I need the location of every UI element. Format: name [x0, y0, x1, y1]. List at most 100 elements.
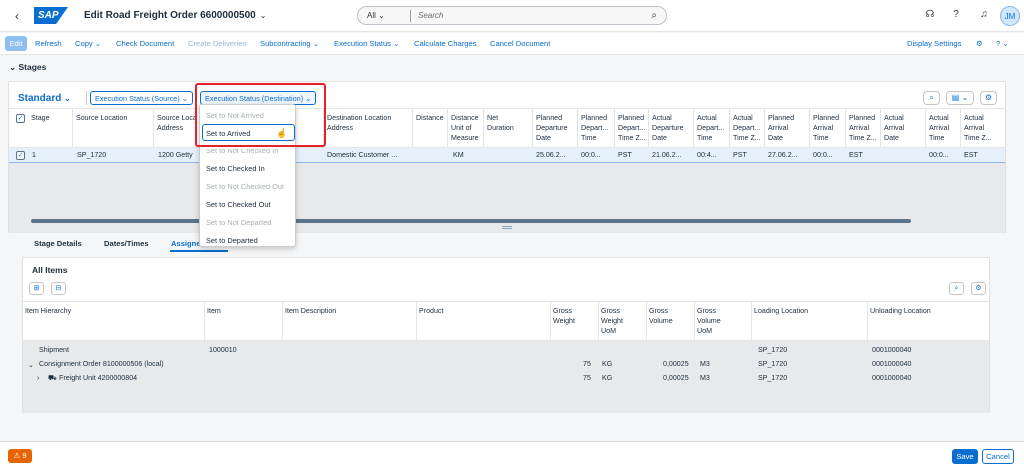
column-header[interactable]: Actual Depart... Time — [697, 113, 724, 143]
column-divider[interactable] — [412, 109, 413, 147]
menu-item-set-not-checked-in[interactable]: Set to Not Checked In — [206, 149, 278, 155]
column-header[interactable]: Actual Arrival Date — [884, 113, 904, 143]
chevron-right-icon[interactable]: › — [37, 374, 39, 382]
column-header[interactable]: Distance Unit of Measure — [451, 113, 479, 143]
settings-icon[interactable]: ⚙ — [980, 91, 997, 105]
edit-button[interactable]: Edit — [5, 36, 27, 51]
bell-icon[interactable]: ♫ — [978, 9, 990, 21]
column-header[interactable]: Planned Arrival Date — [768, 113, 794, 143]
help-menu-icon[interactable]: ? ⌄ — [996, 39, 1009, 48]
refresh-button[interactable]: Refresh — [35, 39, 62, 48]
back-icon[interactable]: ‹ — [10, 9, 24, 23]
column-divider[interactable] — [282, 302, 283, 340]
check-document-button[interactable]: Check Document — [116, 39, 174, 48]
column-header[interactable]: Product — [419, 306, 443, 316]
column-header[interactable]: Source Location — [76, 113, 127, 123]
chevron-down-icon[interactable]: ⌄ — [28, 360, 34, 369]
menu-item-set-not-departed[interactable]: Set to Not Departed — [206, 218, 271, 227]
column-divider[interactable] — [960, 109, 961, 147]
column-header[interactable]: Item Description — [285, 306, 336, 316]
chevron-down-icon[interactable]: ⌄ — [260, 11, 267, 20]
column-divider[interactable] — [925, 109, 926, 147]
cancel-document-button[interactable]: Cancel Document — [490, 39, 550, 48]
column-divider[interactable] — [72, 109, 73, 147]
column-divider[interactable] — [447, 109, 448, 147]
search-input[interactable]: Search — [418, 11, 443, 20]
column-header[interactable]: Gross Weight UoM — [601, 306, 623, 336]
column-divider[interactable] — [153, 109, 154, 147]
create-deliveries-button[interactable]: Create Deliveries — [188, 39, 246, 48]
search-field[interactable]: All ⌄ Search ⌕ — [357, 6, 667, 25]
column-divider[interactable] — [809, 109, 810, 147]
column-header[interactable]: Source Loca Address — [157, 113, 197, 133]
collapse-all-icon[interactable]: ⊟ — [51, 282, 66, 295]
column-header[interactable]: Planned Arrival Time — [813, 113, 839, 143]
table-row[interactable]: ✓ 1 SP_1720 1200 Getty Domestic Customer… — [9, 148, 1005, 163]
search-icon[interactable]: ⌕ — [651, 10, 657, 21]
search-scope-select[interactable]: All ⌄ — [367, 11, 385, 20]
settings-icon[interactable]: ⚙ — [971, 282, 986, 295]
settings-icon[interactable]: ⚙ — [976, 39, 983, 48]
column-divider[interactable] — [751, 302, 752, 340]
menu-item-set-not-checked-out[interactable]: Set to Not Checked Out — [206, 182, 284, 191]
column-divider[interactable] — [693, 109, 694, 147]
column-divider[interactable] — [598, 302, 599, 340]
column-divider[interactable] — [764, 109, 765, 147]
execution-status-source-button[interactable]: Execution Status (Source) ⌄ — [90, 91, 193, 105]
column-header[interactable]: Loading Location — [754, 306, 808, 316]
column-divider[interactable] — [694, 302, 695, 340]
column-header[interactable]: Actual Arrival Time Z... — [964, 113, 992, 143]
search-icon[interactable]: ⌕ — [949, 282, 964, 295]
column-header[interactable]: Gross Volume UoM — [697, 306, 721, 336]
column-header[interactable]: Planned Arrival Time Z... — [849, 113, 877, 143]
calculate-charges-button[interactable]: Calculate Charges — [414, 39, 476, 48]
column-header[interactable]: Planned Depart... Time — [581, 113, 608, 143]
menu-item-set-checked-out[interactable]: Set to Checked Out — [206, 200, 271, 209]
column-header[interactable]: Planned Departure Date — [536, 113, 568, 143]
app-title[interactable]: Edit Road Freight Order 6600000500 ⌄ — [84, 10, 266, 21]
column-header[interactable]: Planned Depart... Time Z... — [618, 113, 646, 143]
column-divider[interactable] — [845, 109, 846, 147]
search-icon[interactable]: ⌕ — [923, 91, 940, 105]
table-row[interactable]: › ⛟ Freight Unit 4200000804 75 KG 0,0002… — [23, 371, 989, 385]
column-divider[interactable] — [614, 109, 615, 147]
column-divider[interactable] — [867, 302, 868, 340]
column-header[interactable]: Distance — [416, 113, 444, 123]
column-header[interactable]: Item — [207, 306, 221, 316]
column-header[interactable]: Unloading Location — [870, 306, 931, 316]
column-header[interactable]: Destination Location Address — [327, 113, 391, 133]
copy-menu-button[interactable]: Copy ⌄ — [75, 39, 101, 48]
headset-icon[interactable]: ☊ — [924, 9, 936, 21]
menu-item-set-checked-in[interactable]: Set to Checked In — [206, 164, 265, 173]
variant-selector[interactable]: Standard ⌄ — [18, 93, 71, 104]
column-header[interactable]: Stage — [31, 113, 50, 123]
tab-stage-details[interactable]: Stage Details — [34, 239, 82, 248]
avatar[interactable]: JM — [1000, 6, 1020, 26]
column-header[interactable]: Gross Weight — [553, 306, 575, 326]
column-divider[interactable] — [646, 302, 647, 340]
export-icon[interactable]: ▤ ⌄ — [946, 91, 974, 105]
save-button[interactable]: Save — [952, 449, 978, 464]
column-divider[interactable] — [550, 302, 551, 340]
expand-all-icon[interactable]: ⊞ — [29, 282, 44, 295]
stages-section-header[interactable]: ⌄ Stages — [0, 56, 1024, 78]
column-divider[interactable] — [880, 109, 881, 147]
execution-status-menu-button[interactable]: Execution Status ⌄ — [334, 39, 399, 48]
table-row[interactable]: Shipment 1000010 SP_1720 0001000040 — [23, 343, 989, 357]
tab-assignments[interactable]: Assigne — [171, 239, 201, 248]
column-divider[interactable] — [729, 109, 730, 147]
message-popover-button[interactable]: ⚠ 9 — [8, 449, 32, 463]
column-divider[interactable] — [416, 302, 417, 340]
resize-handle[interactable] — [502, 226, 512, 229]
table-row[interactable]: ⌄ Consignment Order 8100000506 (local) 7… — [23, 357, 989, 371]
column-header[interactable]: Actual Arrival Time — [929, 113, 949, 143]
menu-item-set-departed[interactable]: Set to Departed — [206, 236, 258, 245]
column-header[interactable]: Gross Volume — [649, 306, 673, 326]
horizontal-scrollbar[interactable] — [31, 219, 911, 223]
display-settings-button[interactable]: Display Settings — [907, 39, 961, 48]
column-divider[interactable] — [532, 109, 533, 147]
column-header[interactable]: Net Duration — [487, 113, 514, 133]
row-checkbox[interactable]: ✓ — [16, 151, 25, 160]
subcontracting-menu-button[interactable]: Subcontracting ⌄ — [260, 39, 319, 48]
tab-dates-times[interactable]: Dates/Times — [104, 239, 149, 248]
